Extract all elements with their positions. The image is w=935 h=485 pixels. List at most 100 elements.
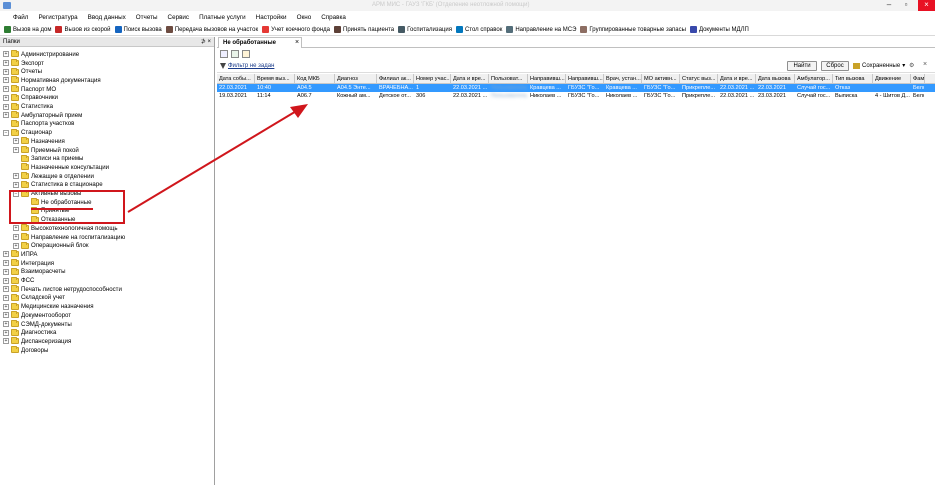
tree-node[interactable]: + ИПРА bbox=[3, 250, 37, 259]
column-header[interactable]: МО активн... bbox=[642, 74, 680, 83]
tree-node[interactable]: + СЭМД-документы bbox=[3, 320, 72, 329]
menu-item-2[interactable]: Ввод данных bbox=[83, 14, 131, 21]
tree-node[interactable]: + Паспорт МО bbox=[3, 85, 56, 94]
refresh-icon[interactable] bbox=[231, 50, 239, 58]
menu-item-5[interactable]: Платные услуги bbox=[194, 14, 251, 21]
column-header[interactable]: Направивш... bbox=[566, 74, 604, 83]
tree-node[interactable]: Паспорта участков bbox=[3, 119, 74, 129]
tree-node[interactable]: + Печать листов нетрудоспособности bbox=[3, 285, 122, 294]
menu-item-3[interactable]: Отчеты bbox=[131, 14, 163, 21]
column-header[interactable]: Амбулатор... bbox=[795, 74, 833, 83]
expand-icon[interactable]: + bbox=[13, 138, 19, 145]
expand-icon[interactable]: + bbox=[3, 338, 9, 345]
toolbar-button-4[interactable]: Учет коечного фонда bbox=[260, 26, 332, 33]
tree-node[interactable]: Записи на приемы bbox=[13, 154, 83, 163]
column-header[interactable]: Номер учас... bbox=[414, 74, 451, 83]
expand-icon[interactable]: + bbox=[13, 234, 19, 241]
tree-node[interactable]: + Амбулаторный прием bbox=[3, 111, 82, 120]
tree-node[interactable]: + Диспансеризация bbox=[3, 337, 71, 346]
expand-icon[interactable]: + bbox=[3, 294, 9, 301]
expand-icon[interactable]: + bbox=[3, 321, 9, 328]
toolbar-button-3[interactable]: Передача вызовов на участок bbox=[164, 26, 260, 33]
toolbar-button-10[interactable]: Документы МДЛП bbox=[688, 26, 751, 33]
toolbar-button-6[interactable]: Госпитализация bbox=[396, 26, 454, 33]
tree-node[interactable]: + Диагностика bbox=[3, 328, 56, 337]
tab-unprocessed[interactable]: Не обработанные × bbox=[218, 37, 302, 48]
column-header[interactable]: Врач, устан... bbox=[604, 74, 642, 83]
saved-filters-dropdown[interactable]: Сохраненные ▾ bbox=[853, 62, 905, 69]
expand-icon[interactable]: + bbox=[3, 68, 9, 75]
toolbar-button-8[interactable]: Направление на МСЭ bbox=[504, 26, 578, 33]
settings-icon[interactable]: ⚙ bbox=[909, 62, 914, 69]
panel-close-icon[interactable]: × bbox=[207, 39, 211, 45]
expand-icon[interactable]: + bbox=[3, 103, 9, 110]
expand-icon[interactable]: + bbox=[3, 277, 9, 284]
pin-icon[interactable]: ⊅ bbox=[201, 39, 206, 45]
expand-icon[interactable]: + bbox=[13, 173, 19, 180]
reset-button[interactable]: Сброс bbox=[821, 61, 849, 71]
column-header[interactable]: Диагноз bbox=[335, 74, 377, 83]
tree-node[interactable]: − Стационар bbox=[3, 128, 52, 137]
minimize-button[interactable]: – bbox=[882, 0, 896, 11]
expand-icon[interactable]: + bbox=[3, 94, 9, 101]
find-button[interactable]: Найти bbox=[787, 61, 817, 71]
column-header[interactable]: Статус выз... bbox=[680, 74, 718, 83]
column-header[interactable]: Время выз... bbox=[255, 74, 295, 83]
tree-node[interactable]: + Складской учет bbox=[3, 293, 65, 303]
expand-icon[interactable]: + bbox=[3, 329, 9, 336]
column-header[interactable]: Фам bbox=[911, 74, 925, 83]
tree-node[interactable]: + Экспорт bbox=[3, 59, 44, 68]
tree-node[interactable]: Договоры bbox=[3, 346, 48, 355]
expand-icon[interactable]: + bbox=[3, 251, 9, 258]
expand-icon[interactable]: + bbox=[3, 312, 9, 319]
tree-node[interactable]: + Лежащие в отделении bbox=[13, 172, 94, 181]
expand-icon[interactable]: + bbox=[3, 77, 9, 84]
expand-icon[interactable]: + bbox=[13, 225, 19, 232]
expand-icon[interactable]: + bbox=[13, 242, 19, 249]
column-header[interactable]: Дата вызова bbox=[756, 74, 795, 83]
print-icon[interactable] bbox=[242, 50, 250, 58]
tree-node[interactable]: + Операционный блок bbox=[13, 241, 89, 250]
column-header[interactable]: Движение bbox=[873, 74, 911, 83]
tree-node[interactable]: + Приемный покой bbox=[13, 146, 79, 155]
tree-node[interactable]: + Медицинские назначения bbox=[3, 302, 94, 311]
tree-node[interactable]: + Высокотехнологичная помощь bbox=[13, 224, 118, 233]
column-header[interactable]: Дата и вре... bbox=[451, 74, 489, 83]
menu-item-6[interactable]: Настройки bbox=[251, 14, 292, 21]
tree-node[interactable]: + Взаиморасчеты bbox=[3, 267, 66, 277]
column-header[interactable]: Тип вызова bbox=[833, 74, 873, 83]
column-header[interactable]: Дата собы... bbox=[217, 74, 255, 83]
close-button[interactable]: × bbox=[918, 0, 935, 11]
tree-node[interactable]: + ФСС bbox=[3, 276, 34, 285]
expand-icon[interactable]: + bbox=[3, 60, 9, 67]
menu-item-4[interactable]: Сервис bbox=[163, 14, 195, 21]
tree-node[interactable]: + Администрирование bbox=[3, 50, 79, 59]
column-header[interactable]: Дата и вре... bbox=[718, 74, 756, 83]
table-row[interactable]: 19.03.2021 11:14 A06.7 Кожный ам... Детское … bbox=[217, 92, 935, 100]
expand-icon[interactable]: + bbox=[3, 112, 9, 119]
toolbar-button-0[interactable]: Вызов на дом bbox=[2, 26, 53, 33]
tree-node[interactable]: + Статистика bbox=[3, 102, 53, 111]
expand-icon[interactable]: + bbox=[3, 260, 9, 267]
tree-node[interactable]: + Отчеты bbox=[3, 67, 42, 76]
edit-icon[interactable] bbox=[220, 50, 228, 58]
tree-node[interactable]: + Статистика в стационаре bbox=[13, 180, 103, 190]
toolbar-button-2[interactable]: Поиск вызова bbox=[113, 26, 164, 33]
tree-node[interactable]: + Назначения bbox=[13, 137, 65, 146]
toolbar-button-1[interactable]: Вызов из скорой bbox=[53, 26, 112, 33]
tree-node[interactable]: + Направление на госпитализацию bbox=[13, 233, 125, 242]
expand-icon[interactable]: + bbox=[3, 51, 9, 58]
table-row[interactable]: 22.03.2021 10:40 A04.5 A04.5 Энте... ВРАЧЕБН… bbox=[217, 84, 935, 92]
collapse-icon[interactable]: − bbox=[3, 129, 9, 136]
expand-icon[interactable]: + bbox=[3, 86, 9, 93]
expand-icon[interactable]: + bbox=[3, 268, 9, 275]
column-header[interactable]: Код МКБ bbox=[295, 74, 335, 83]
column-header[interactable]: Филиал ак... bbox=[377, 74, 414, 83]
tree-node[interactable]: + Нормативная документация bbox=[3, 76, 101, 85]
tree-node[interactable]: Назначенные консультации bbox=[13, 163, 109, 172]
tab-close-icon[interactable]: × bbox=[295, 39, 299, 46]
expand-icon[interactable]: + bbox=[13, 181, 19, 188]
tree-node[interactable]: + Справочники bbox=[3, 93, 58, 103]
column-header[interactable]: Направивш... bbox=[528, 74, 566, 83]
menu-item-1[interactable]: Регистратура bbox=[33, 14, 82, 21]
